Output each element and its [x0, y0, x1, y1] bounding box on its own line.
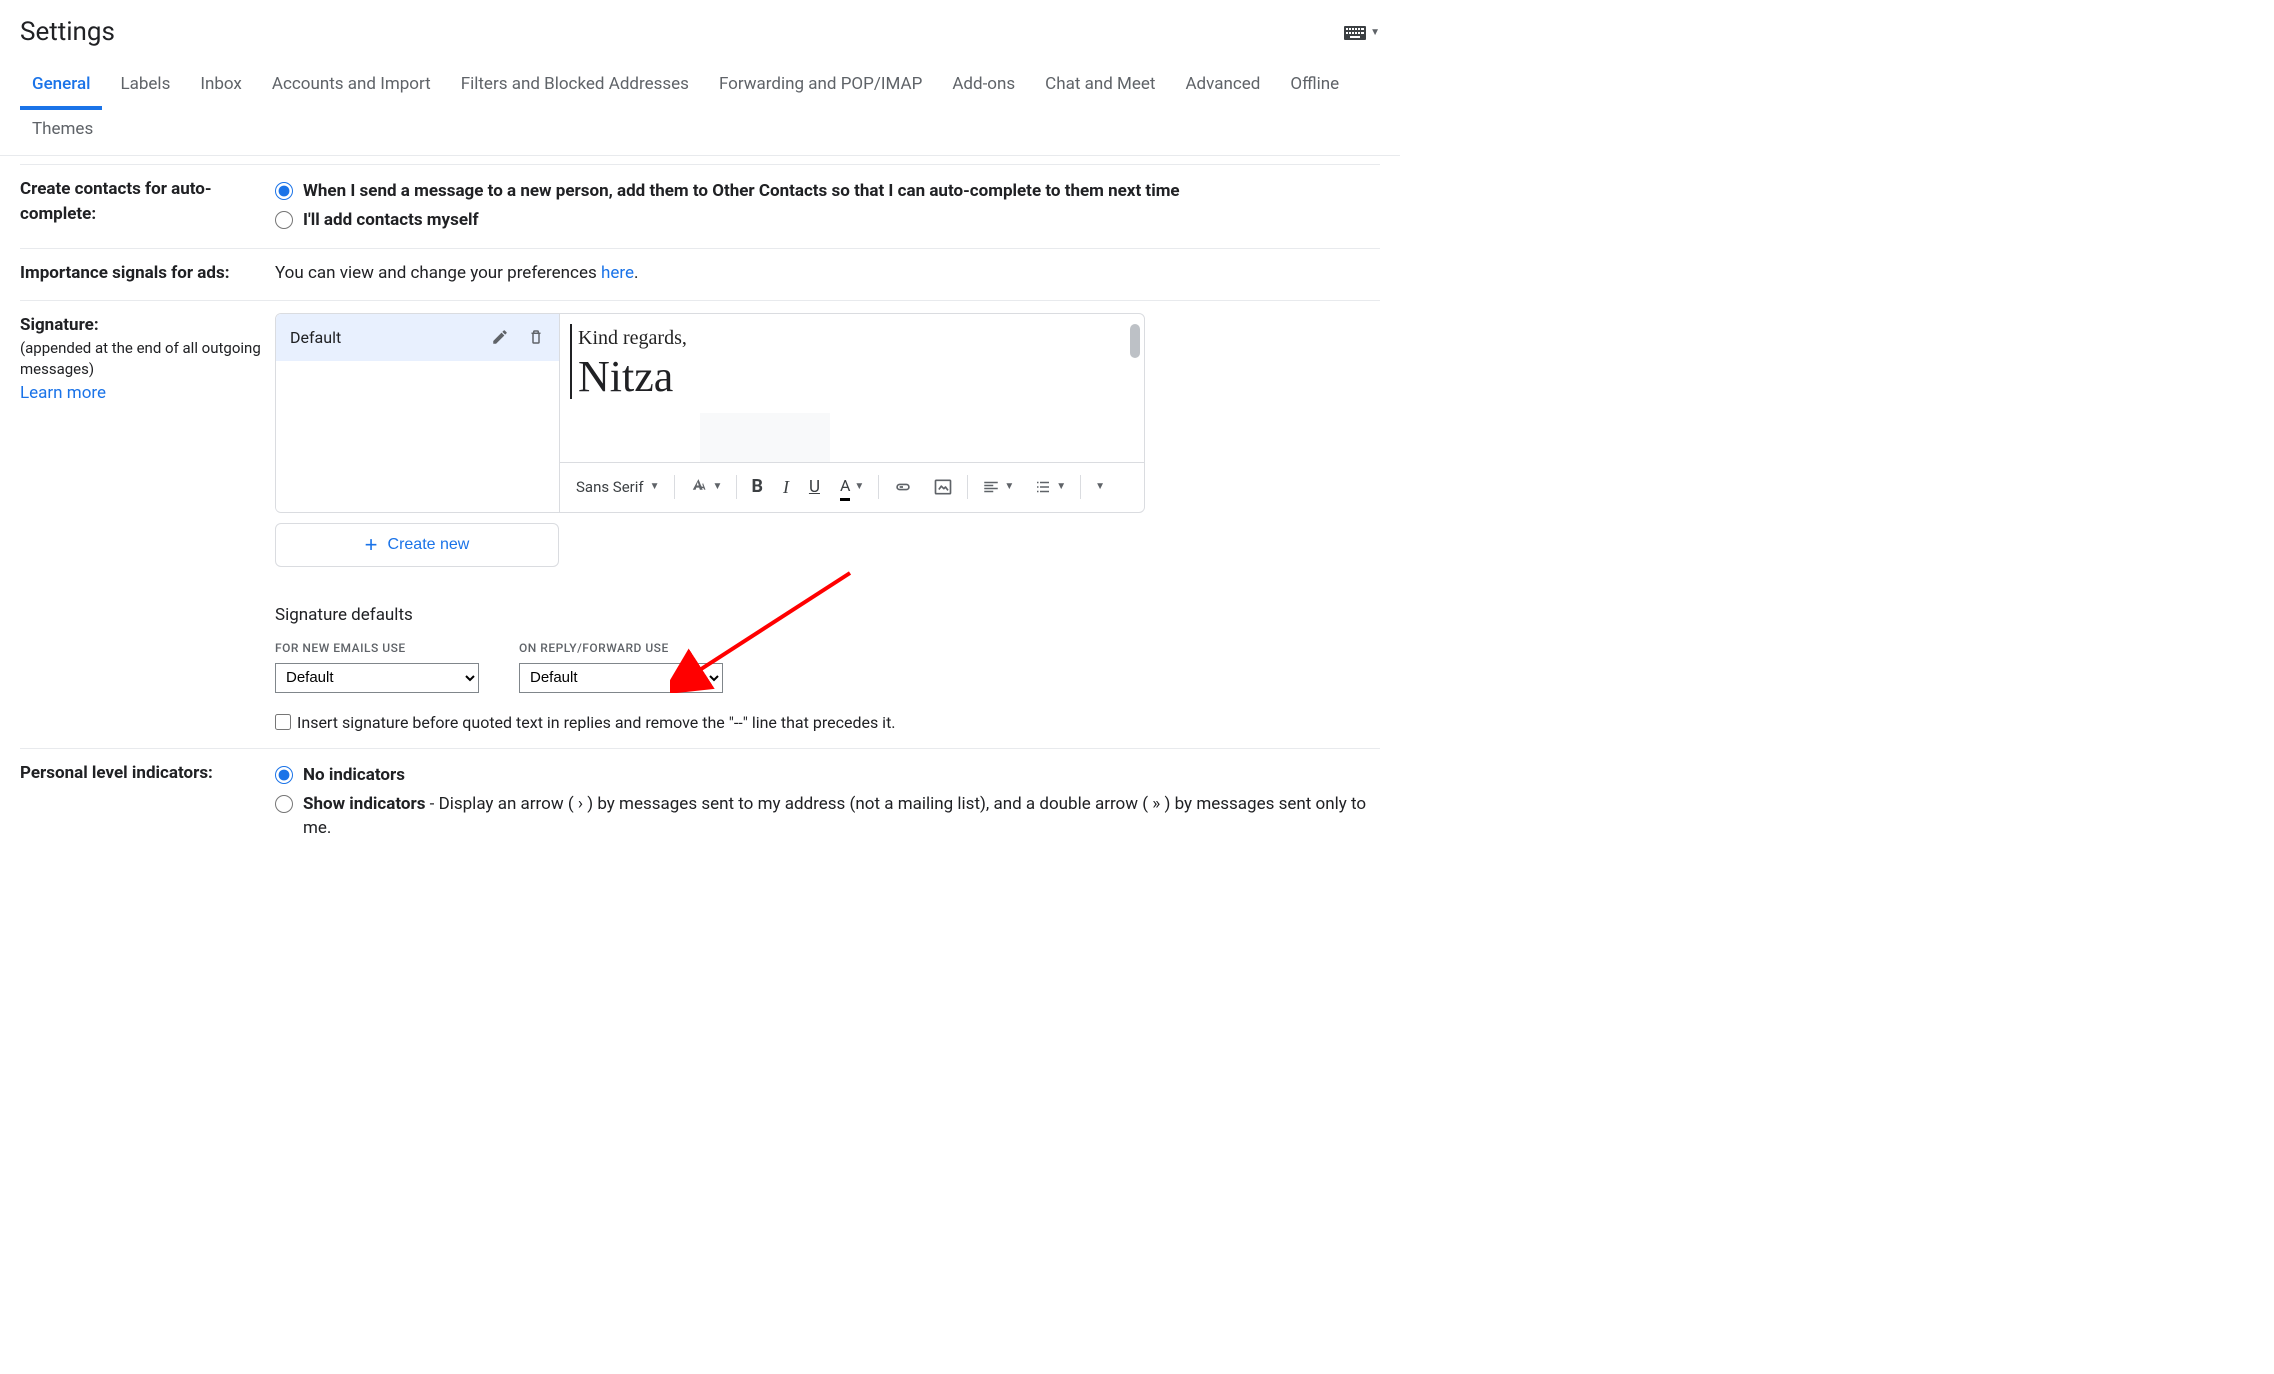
contacts-option-auto-radio[interactable]	[275, 182, 293, 200]
insert-before-quoted-text: Insert signature before quoted text in r…	[297, 711, 896, 734]
contacts-option-auto-text: When I send a message to a new person, a…	[303, 179, 1180, 204]
create-new-signature-button[interactable]: + Create new	[275, 523, 559, 567]
page-title: Settings	[20, 14, 115, 52]
personal-level-indicators-label: Personal level indicators:	[20, 761, 265, 786]
edit-icon[interactable]	[491, 328, 509, 346]
delete-icon[interactable]	[527, 328, 545, 346]
more-formatting-button[interactable]: ▼	[1089, 476, 1111, 499]
signature-sublabel: (appended at the end of all outgoing mes…	[20, 338, 265, 382]
signature-label: Signature:	[20, 313, 265, 338]
settings-tabs: General Labels Inbox Accounts and Import…	[0, 64, 1400, 156]
signature-editor-panel: Default Kind	[275, 313, 1145, 513]
insert-before-quoted-checkbox[interactable]	[275, 714, 291, 730]
contacts-option-auto[interactable]: When I send a message to a new person, a…	[275, 177, 1380, 206]
contacts-option-manual-text: I'll add contacts myself	[303, 208, 479, 233]
signature-item-name: Default	[290, 326, 341, 349]
pli-option-show-text: Show indicators - Display an arrow ( › )…	[303, 792, 1380, 841]
chevron-down-icon: ▼	[650, 480, 660, 495]
tab-filters[interactable]: Filters and Blocked Addresses	[449, 64, 701, 111]
pli-option-none-radio[interactable]	[275, 766, 293, 784]
pli-option-show-radio[interactable]	[275, 795, 293, 813]
pli-option-none[interactable]: No indicators	[275, 761, 1380, 790]
chevron-down-icon: ▼	[1056, 480, 1066, 495]
tab-forwarding[interactable]: Forwarding and POP/IMAP	[707, 64, 934, 111]
chevron-down-icon: ▼	[1095, 480, 1105, 495]
ads-here-link[interactable]: here	[601, 263, 634, 283]
pli-option-show[interactable]: Show indicators - Display an arrow ( › )…	[275, 790, 1380, 843]
italic-button[interactable]: I	[777, 470, 795, 504]
signature-image-placeholder	[700, 413, 830, 462]
contacts-option-manual[interactable]: I'll add contacts myself	[275, 206, 1380, 235]
tab-addons[interactable]: Add-ons	[940, 64, 1027, 111]
chevron-down-icon: ▼	[1370, 26, 1380, 41]
input-tools-button[interactable]: ▼	[1344, 26, 1380, 41]
insert-image-button[interactable]	[927, 473, 959, 501]
ads-label: Importance signals for ads:	[20, 261, 265, 286]
ads-after: .	[634, 263, 638, 283]
bold-button[interactable]: B	[745, 470, 769, 504]
on-reply-forward-label: ON REPLY/FORWARD USE	[519, 640, 723, 657]
insert-before-quoted-option[interactable]: Insert signature before quoted text in r…	[275, 711, 1380, 734]
pli-option-none-text: No indicators	[303, 763, 405, 788]
chevron-down-icon: ▼	[1004, 480, 1014, 495]
align-button[interactable]: ▼	[976, 474, 1020, 500]
contacts-autocomplete-label: Create contacts for auto-complete:	[20, 177, 265, 226]
tab-themes[interactable]: Themes	[20, 109, 105, 156]
keyboard-icon	[1344, 26, 1366, 40]
signature-text-name: Nitza	[578, 355, 687, 399]
signature-editor[interactable]: Kind regards, Nitza Sans Serif ▼	[560, 314, 1144, 512]
signature-list-item[interactable]: Default	[276, 314, 559, 361]
signature-content-area[interactable]: Kind regards, Nitza	[560, 314, 1144, 462]
chevron-down-icon: ▼	[713, 480, 723, 495]
underline-button[interactable]: U	[803, 471, 826, 504]
signature-defaults-title: Signature defaults	[275, 603, 1380, 628]
text-color-button[interactable]: A ▼	[834, 470, 870, 505]
for-new-emails-select[interactable]: Default	[275, 663, 479, 693]
create-new-label: Create new	[388, 536, 470, 554]
tab-chat[interactable]: Chat and Meet	[1033, 64, 1167, 111]
tab-labels[interactable]: Labels	[108, 64, 182, 111]
signature-text-regards: Kind regards,	[578, 324, 687, 353]
tab-advanced[interactable]: Advanced	[1173, 64, 1272, 111]
insert-link-button[interactable]	[887, 473, 919, 501]
for-new-emails-label: FOR NEW EMAILS USE	[275, 640, 479, 657]
signature-learn-more-link[interactable]: Learn more	[20, 383, 106, 403]
signature-toolbar: Sans Serif ▼ ▼ B I U	[560, 462, 1144, 512]
tab-general[interactable]: General	[20, 64, 102, 111]
signature-list: Default	[276, 314, 560, 512]
font-size-button[interactable]: ▼	[683, 473, 729, 501]
tab-accounts[interactable]: Accounts and Import	[260, 64, 443, 111]
font-family-dropdown[interactable]: Sans Serif ▼	[570, 473, 666, 503]
chevron-down-icon: ▼	[854, 480, 864, 495]
list-button[interactable]: ▼	[1028, 474, 1072, 500]
scrollbar-thumb[interactable]	[1130, 324, 1140, 358]
ads-text: You can view and change your preferences	[275, 263, 601, 283]
font-family-value: Sans Serif	[576, 477, 644, 499]
tab-offline[interactable]: Offline	[1278, 64, 1351, 111]
tab-inbox[interactable]: Inbox	[188, 64, 254, 111]
contacts-option-manual-radio[interactable]	[275, 211, 293, 229]
on-reply-forward-select[interactable]: Default	[519, 663, 723, 693]
